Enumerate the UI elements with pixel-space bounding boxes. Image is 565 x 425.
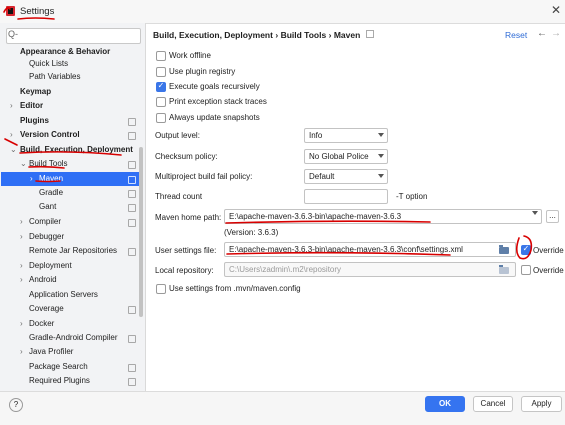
- annotation-underline: [35, 180, 61, 183]
- annotation-overlay: [3, 7, 533, 260]
- annotation-underline: [225, 220, 431, 224]
- annotation-underline: [226, 251, 451, 256]
- annotation-underline: [28, 165, 65, 169]
- annotation-circle: [515, 235, 533, 260]
- annotation-underline: [17, 17, 55, 20]
- annotation-mark: [4, 138, 18, 146]
- annotation-underline: [19, 151, 122, 156]
- annotation-mark: [3, 7, 11, 13]
